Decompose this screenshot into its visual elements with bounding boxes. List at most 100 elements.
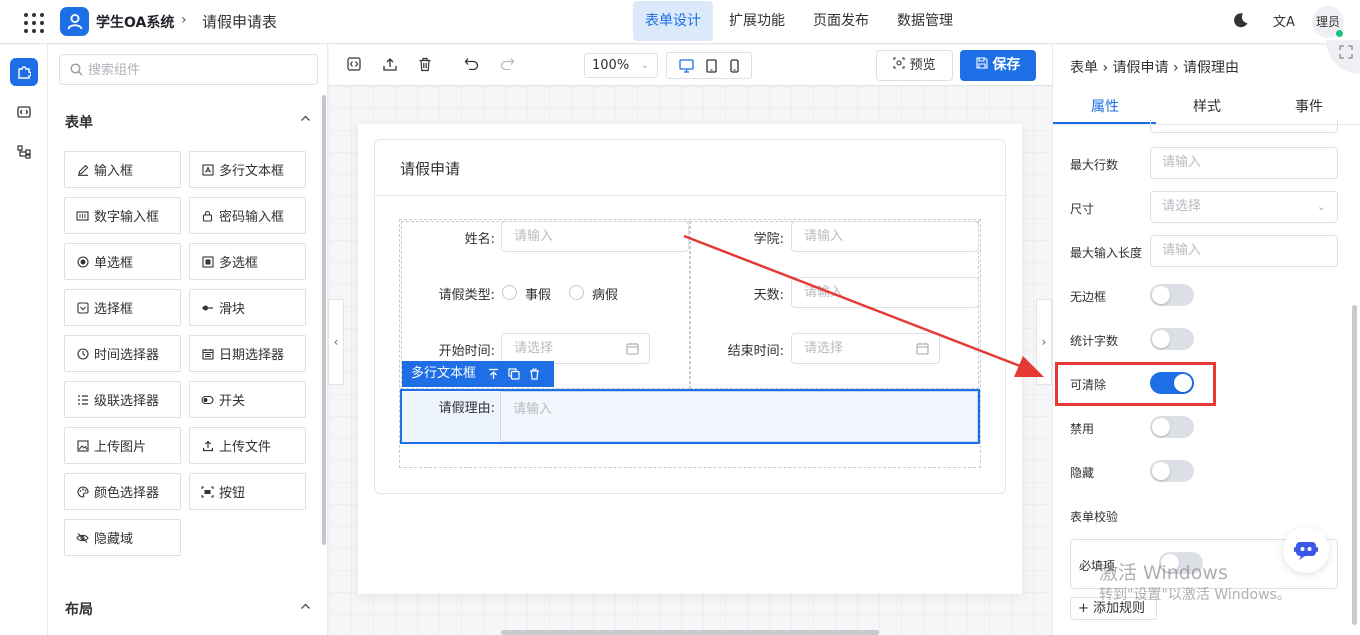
component-label: 密码输入框 <box>219 210 285 225</box>
dark-mode-icon[interactable] <box>1232 12 1249 33</box>
hidden-label: 隐藏 <box>1070 466 1095 480</box>
preview-icon <box>893 57 905 69</box>
copy-icon[interactable] <box>508 368 520 380</box>
select-icon <box>76 301 89 314</box>
tree-structure-icon[interactable] <box>10 138 38 166</box>
breadcrumb-separator: › <box>181 12 187 28</box>
reason-textarea[interactable]: 请输入 <box>500 391 978 442</box>
undo-icon[interactable] <box>464 57 479 74</box>
component-select-button[interactable]: 选择框 <box>64 289 181 326</box>
desktop-icon[interactable] <box>679 58 694 73</box>
component-label: 开关 <box>219 394 246 409</box>
component-palette-button[interactable]: 颜色选择器 <box>64 473 181 510</box>
component-upload-button[interactable]: 上传文件 <box>189 427 306 464</box>
switch-icon <box>201 393 214 406</box>
max-length-input[interactable]: 请输入 <box>1150 235 1338 267</box>
word-count-toggle[interactable] <box>1150 328 1194 350</box>
tab-attributes[interactable]: 属性 <box>1091 96 1119 116</box>
delete-icon[interactable] <box>418 57 432 76</box>
canvas-horizontal-scrollbar[interactable] <box>501 630 879 635</box>
disabled-toggle[interactable] <box>1150 416 1194 438</box>
component-panel-scrollbar[interactable] <box>322 95 326 545</box>
components-puzzle-icon[interactable] <box>10 58 38 86</box>
tab-events[interactable]: 事件 <box>1295 96 1323 116</box>
component-lock-button[interactable]: 密码输入框 <box>189 197 306 234</box>
tab-publish[interactable]: 页面发布 <box>801 1 881 41</box>
radio-personal-leave[interactable] <box>502 285 517 300</box>
zoom-select[interactable]: 100% ⌄ <box>584 53 658 78</box>
max-rows-input[interactable]: 请输入 <box>1150 147 1338 179</box>
tablet-icon[interactable] <box>706 58 718 73</box>
user-logo-icon <box>60 7 89 36</box>
component-cascader-button[interactable]: 级联选择器 <box>64 381 181 418</box>
assistant-bot-icon[interactable] <box>1283 527 1329 573</box>
apps-grid-icon[interactable] <box>22 11 44 33</box>
component-label: 数字输入框 <box>94 210 160 225</box>
end-date-picker[interactable]: 请选择 <box>791 333 940 364</box>
start-date-picker[interactable]: 请选择 <box>501 333 650 364</box>
mobile-icon[interactable] <box>730 58 739 73</box>
component-eye-off-button[interactable]: 隐藏域 <box>64 519 181 556</box>
export-icon[interactable] <box>382 57 398 76</box>
pencil-icon <box>76 163 89 176</box>
active-tab-indicator <box>1053 122 1156 124</box>
avatar[interactable]: 理员 <box>1312 6 1344 38</box>
windows-watermark-title: 激活 Windows <box>1099 562 1228 584</box>
component-slider-button[interactable]: 滑块 <box>189 289 306 326</box>
search-input[interactable] <box>88 59 308 81</box>
translate-icon[interactable]: 文A <box>1273 11 1295 30</box>
save-button[interactable]: 保存 <box>960 50 1036 81</box>
code-view-icon[interactable] <box>347 57 361 75</box>
component-button-button[interactable]: 按钮 <box>189 473 306 510</box>
component-pencil-button[interactable]: 输入框 <box>64 151 181 188</box>
prev-field-edge[interactable] <box>1150 119 1338 133</box>
component-checkbox-button[interactable]: 多选框 <box>189 243 306 280</box>
form-title: 请假申请 <box>400 160 461 178</box>
radio-sick-leave-label: 病假 <box>592 288 619 303</box>
end-time-label: 结束时间: <box>727 344 784 359</box>
user-label: 理员 <box>1315 15 1340 29</box>
component-textarea-button[interactable]: 多行文本框 <box>189 151 306 188</box>
borderless-toggle[interactable] <box>1150 284 1194 306</box>
code-icon[interactable] <box>10 98 38 126</box>
component-label: 隐藏域 <box>94 532 134 547</box>
component-radio-button[interactable]: 单选框 <box>64 243 181 280</box>
component-label: 滑块 <box>219 302 246 317</box>
move-to-top-icon[interactable] <box>488 368 499 380</box>
component-search[interactable] <box>59 54 318 85</box>
tab-style[interactable]: 样式 <box>1193 96 1221 116</box>
component-clock-button[interactable]: 时间选择器 <box>64 335 181 372</box>
redo-icon[interactable] <box>500 57 515 74</box>
component-image-button[interactable]: 上传图片 <box>64 427 181 464</box>
days-input[interactable]: 请输入 <box>791 277 979 308</box>
chevron-up-icon[interactable] <box>300 601 311 616</box>
collapse-left-handle[interactable]: ‹ <box>328 299 344 385</box>
properties-breadcrumb: 表单 › 请假申请 › 请假理由 <box>1070 60 1239 76</box>
chevron-up-icon[interactable] <box>300 113 311 128</box>
component-label: 输入框 <box>94 164 134 179</box>
tab-extensions[interactable]: 扩展功能 <box>717 1 797 41</box>
tab-form-design[interactable]: 表单设计 <box>633 1 713 41</box>
size-select[interactable]: 请选择 ⌄ <box>1150 191 1338 223</box>
preview-button[interactable]: 预览 <box>876 50 953 81</box>
properties-scrollbar[interactable] <box>1352 305 1357 625</box>
component-switch-button[interactable]: 开关 <box>189 381 306 418</box>
hidden-toggle[interactable] <box>1150 460 1194 482</box>
tab-data-management[interactable]: 数据管理 <box>885 1 965 41</box>
selected-component-type: 多行文本框 <box>411 366 477 381</box>
online-status-icon <box>1335 29 1344 38</box>
name-input[interactable]: 请输入 <box>501 221 689 252</box>
delete-icon[interactable] <box>529 368 540 380</box>
component-calendar-button[interactable]: 日期选择器 <box>189 335 306 372</box>
component-number-button[interactable]: 数字输入框 <box>64 197 181 234</box>
days-label: 天数: <box>753 288 784 303</box>
image-icon <box>76 439 89 452</box>
cascader-icon <box>76 393 89 406</box>
component-label: 按钮 <box>219 486 246 501</box>
college-input[interactable]: 请输入 <box>791 221 979 252</box>
radio-sick-leave[interactable] <box>569 285 584 300</box>
layout-section-title: 布局 <box>65 602 93 618</box>
collapse-right-handle[interactable]: › <box>1036 299 1052 385</box>
size-label: 尺寸 <box>1070 202 1095 216</box>
chevron-down-icon: ⌄ <box>640 60 649 71</box>
